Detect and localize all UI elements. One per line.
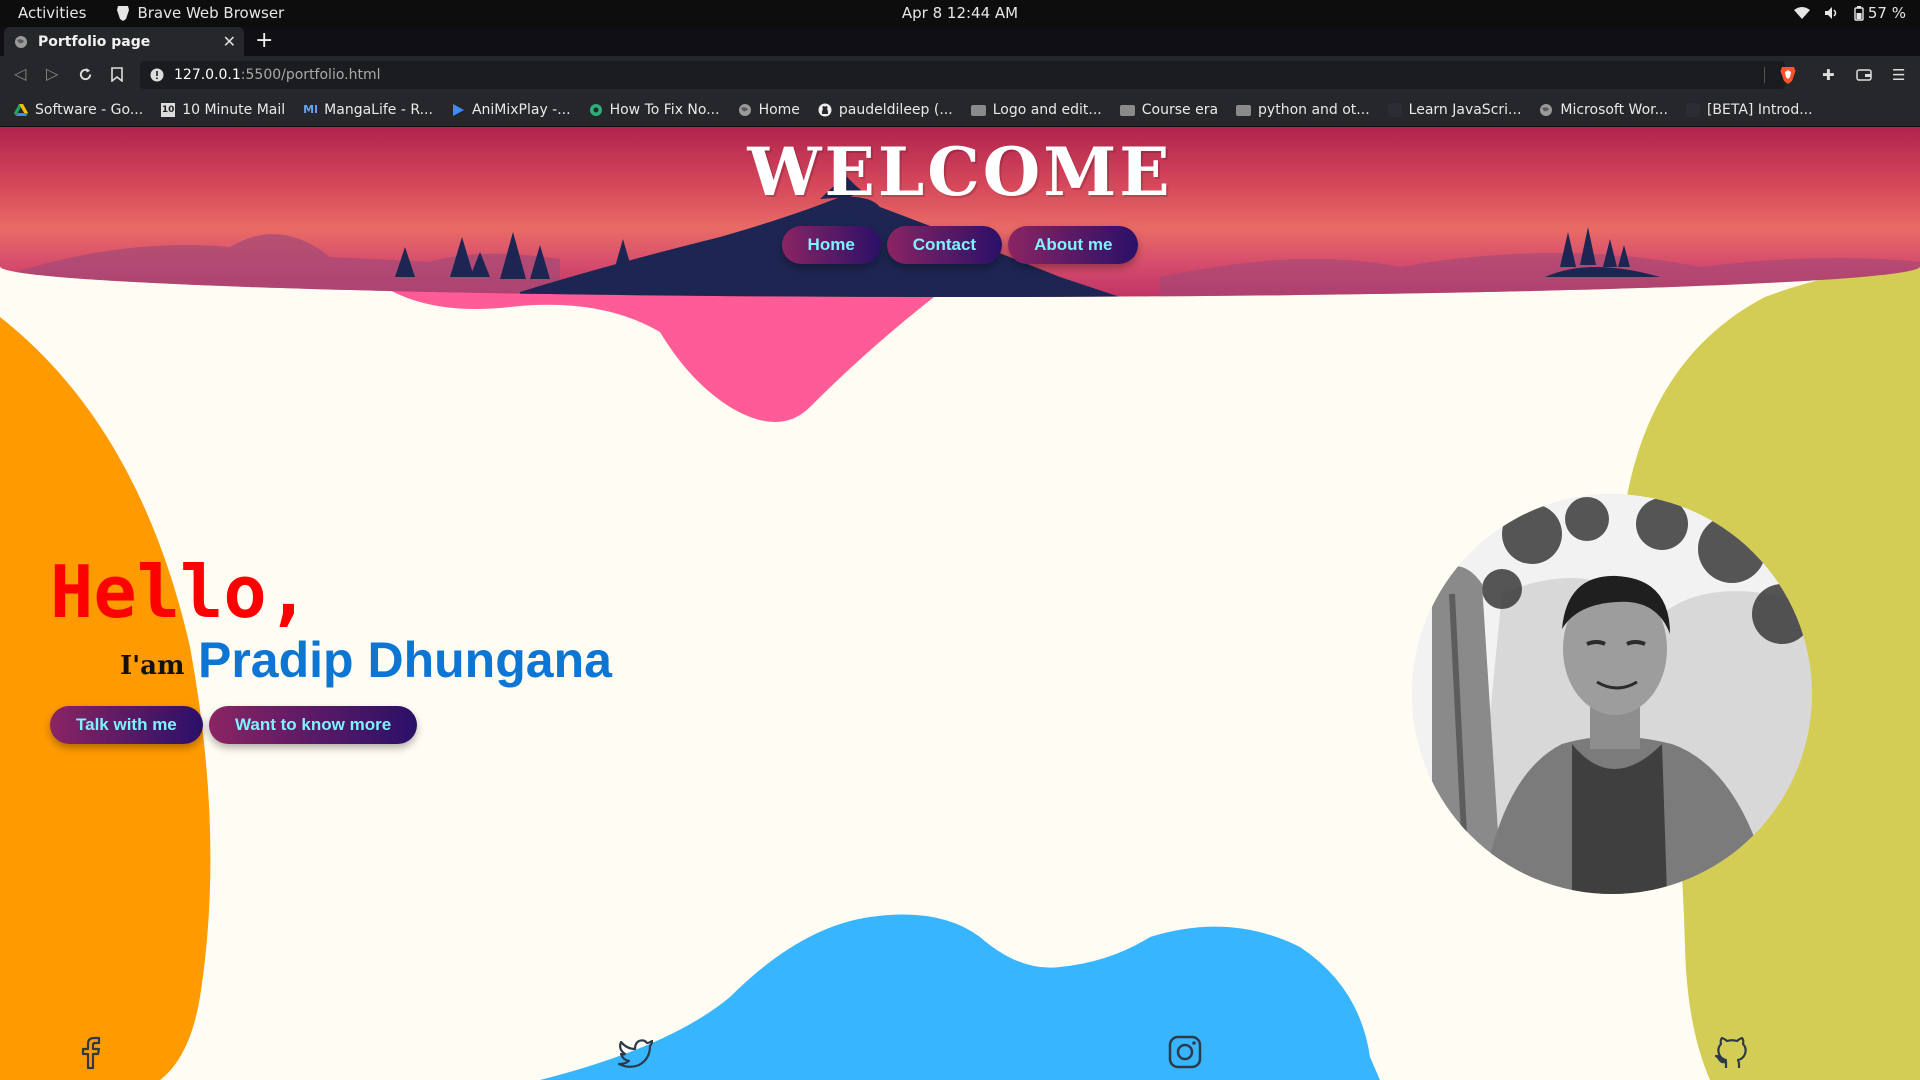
top-nav: Home Contact About me (0, 226, 1920, 264)
forward-arrow-icon[interactable]: ▷ (46, 64, 58, 83)
nav-contact-button[interactable]: Contact (886, 226, 1003, 264)
bookmark-label: Logo and edit... (992, 102, 1102, 118)
tab-strip: Portfolio page ✕ + (0, 27, 1920, 56)
back-arrow-icon[interactable]: ◁ (14, 64, 26, 83)
facebook-icon[interactable] (70, 1032, 110, 1072)
battery-percent: 57 % (1867, 4, 1906, 22)
globe-icon (15, 35, 27, 48)
bookmark-item[interactable]: How To Fix No... (589, 102, 720, 118)
bookmark-label: [BETA] Introd... (1706, 102, 1813, 118)
wifi-icon[interactable] (1793, 6, 1810, 20)
volume-icon[interactable] (1824, 6, 1840, 20)
twitter-icon[interactable] (616, 1032, 656, 1072)
page-title: WELCOME (747, 133, 1173, 211)
greeting-heading: Hello, (50, 550, 311, 634)
bookmarks-bar: Software - Go... 10 10 Minute Mail Ml Ma… (0, 94, 1920, 127)
animixplay-icon (452, 104, 464, 116)
address-bar[interactable]: 127.0.0.1:5500/portfolio.html (140, 61, 1785, 89)
bookmark-label: Learn JavaScri... (1408, 102, 1522, 118)
github-icon (818, 103, 832, 117)
blue-blob-decoration (540, 914, 1380, 1080)
profile-photo (1412, 494, 1812, 894)
system-top-bar: Activities Brave Web Browser Apr 8 12:44… (0, 0, 1920, 27)
bookmark-label: How To Fix No... (609, 102, 720, 118)
bookmark-label: 10 Minute Mail (182, 102, 286, 118)
orange-blob-decoration (0, 317, 211, 1080)
tab-portfolio[interactable]: Portfolio page ✕ (4, 27, 244, 56)
instagram-icon[interactable] (1165, 1032, 1205, 1072)
info-icon[interactable] (150, 68, 164, 82)
hero-banner: WELCOME Home Contact About me (0, 127, 1920, 297)
nav-about-button[interactable]: About me (1008, 226, 1139, 264)
bookmark-item[interactable]: Logo and edit... (970, 102, 1102, 118)
page-viewport: WELCOME Home Contact About me Hello, I'a… (0, 127, 1920, 1080)
google-drive-icon (14, 104, 28, 116)
want-to-know-more-button[interactable]: Want to know more (209, 706, 418, 744)
bookmark-item[interactable]: AniMixPlay -... (451, 102, 571, 118)
url-host: 127.0.0.1 (174, 67, 241, 83)
iam-label: I'am (120, 651, 185, 681)
bookmark-item[interactable]: 10 10 Minute Mail (161, 102, 285, 118)
mangalife-icon: Ml (303, 103, 318, 116)
wallet-icon[interactable] (1856, 68, 1872, 82)
bookmark-item[interactable]: [BETA] Introd... (1685, 102, 1813, 118)
browser-toolbar: ◁ ▷ 127.0.0.1:5500/portfolio.html ✚ ☰ (0, 56, 1920, 94)
bookmark-item[interactable]: Learn JavaScri... (1387, 102, 1522, 118)
name-heading: Pradip Dhungana (198, 632, 612, 688)
globe-icon (1540, 104, 1553, 116)
site-icon (1387, 103, 1402, 117)
folder-icon (1236, 104, 1252, 116)
bookmark-item[interactable]: Ml MangaLife - R... (303, 102, 433, 118)
bookmark-label: MangaLife - R... (324, 102, 433, 118)
battery-icon (1854, 5, 1864, 21)
bookmark-label: AniMixPlay -... (471, 102, 571, 118)
new-tab-plus-icon[interactable]: + (255, 28, 273, 53)
pink-blob-decoration (370, 277, 960, 422)
bookmark-label: Home (758, 102, 800, 118)
folder-icon (970, 104, 986, 116)
extensions-puzzle-icon[interactable]: ✚ (1822, 66, 1835, 84)
bookmark-item[interactable]: Software - Go... (14, 102, 143, 118)
battery-indicator[interactable]: 57 % (1854, 4, 1906, 22)
reload-icon[interactable] (78, 67, 93, 82)
url-path: :5500/portfolio.html (240, 67, 381, 83)
bookmark-label: Software - Go... (35, 102, 144, 118)
brave-shields-icon[interactable] (1780, 65, 1796, 84)
bookmark-icon[interactable] (111, 67, 123, 82)
tab-close-icon[interactable]: ✕ (223, 32, 236, 51)
site-icon (589, 104, 602, 116)
bookmark-item[interactable]: Microsoft Wor... (1539, 102, 1668, 118)
address-separator (1764, 67, 1765, 83)
bookmark-label: python and ot... (1258, 102, 1370, 118)
nav-home-button[interactable]: Home (781, 226, 881, 264)
bookmark-item[interactable]: python and ot... (1236, 102, 1370, 118)
talk-with-me-button[interactable]: Talk with me (50, 706, 203, 744)
bookmark-item[interactable]: Course era (1119, 102, 1219, 118)
site-icon (1685, 103, 1700, 117)
folder-icon (1119, 104, 1135, 116)
clock[interactable]: Apr 8 12:44 AM (902, 4, 1018, 22)
bookmark-label: paudeldileep (... (838, 102, 953, 118)
github-icon[interactable] (1712, 1032, 1752, 1072)
tab-title: Portfolio page (38, 33, 151, 50)
bookmark-item[interactable]: paudeldileep (... (818, 102, 953, 118)
globe-icon (738, 104, 751, 116)
ten-minute-mail-icon: 10 (161, 103, 176, 117)
menu-hamburger-icon[interactable]: ☰ (1892, 66, 1905, 84)
bookmark-item[interactable]: Home (738, 102, 800, 118)
bookmark-label: Microsoft Wor... (1560, 102, 1668, 118)
bookmark-label: Course era (1141, 102, 1219, 118)
